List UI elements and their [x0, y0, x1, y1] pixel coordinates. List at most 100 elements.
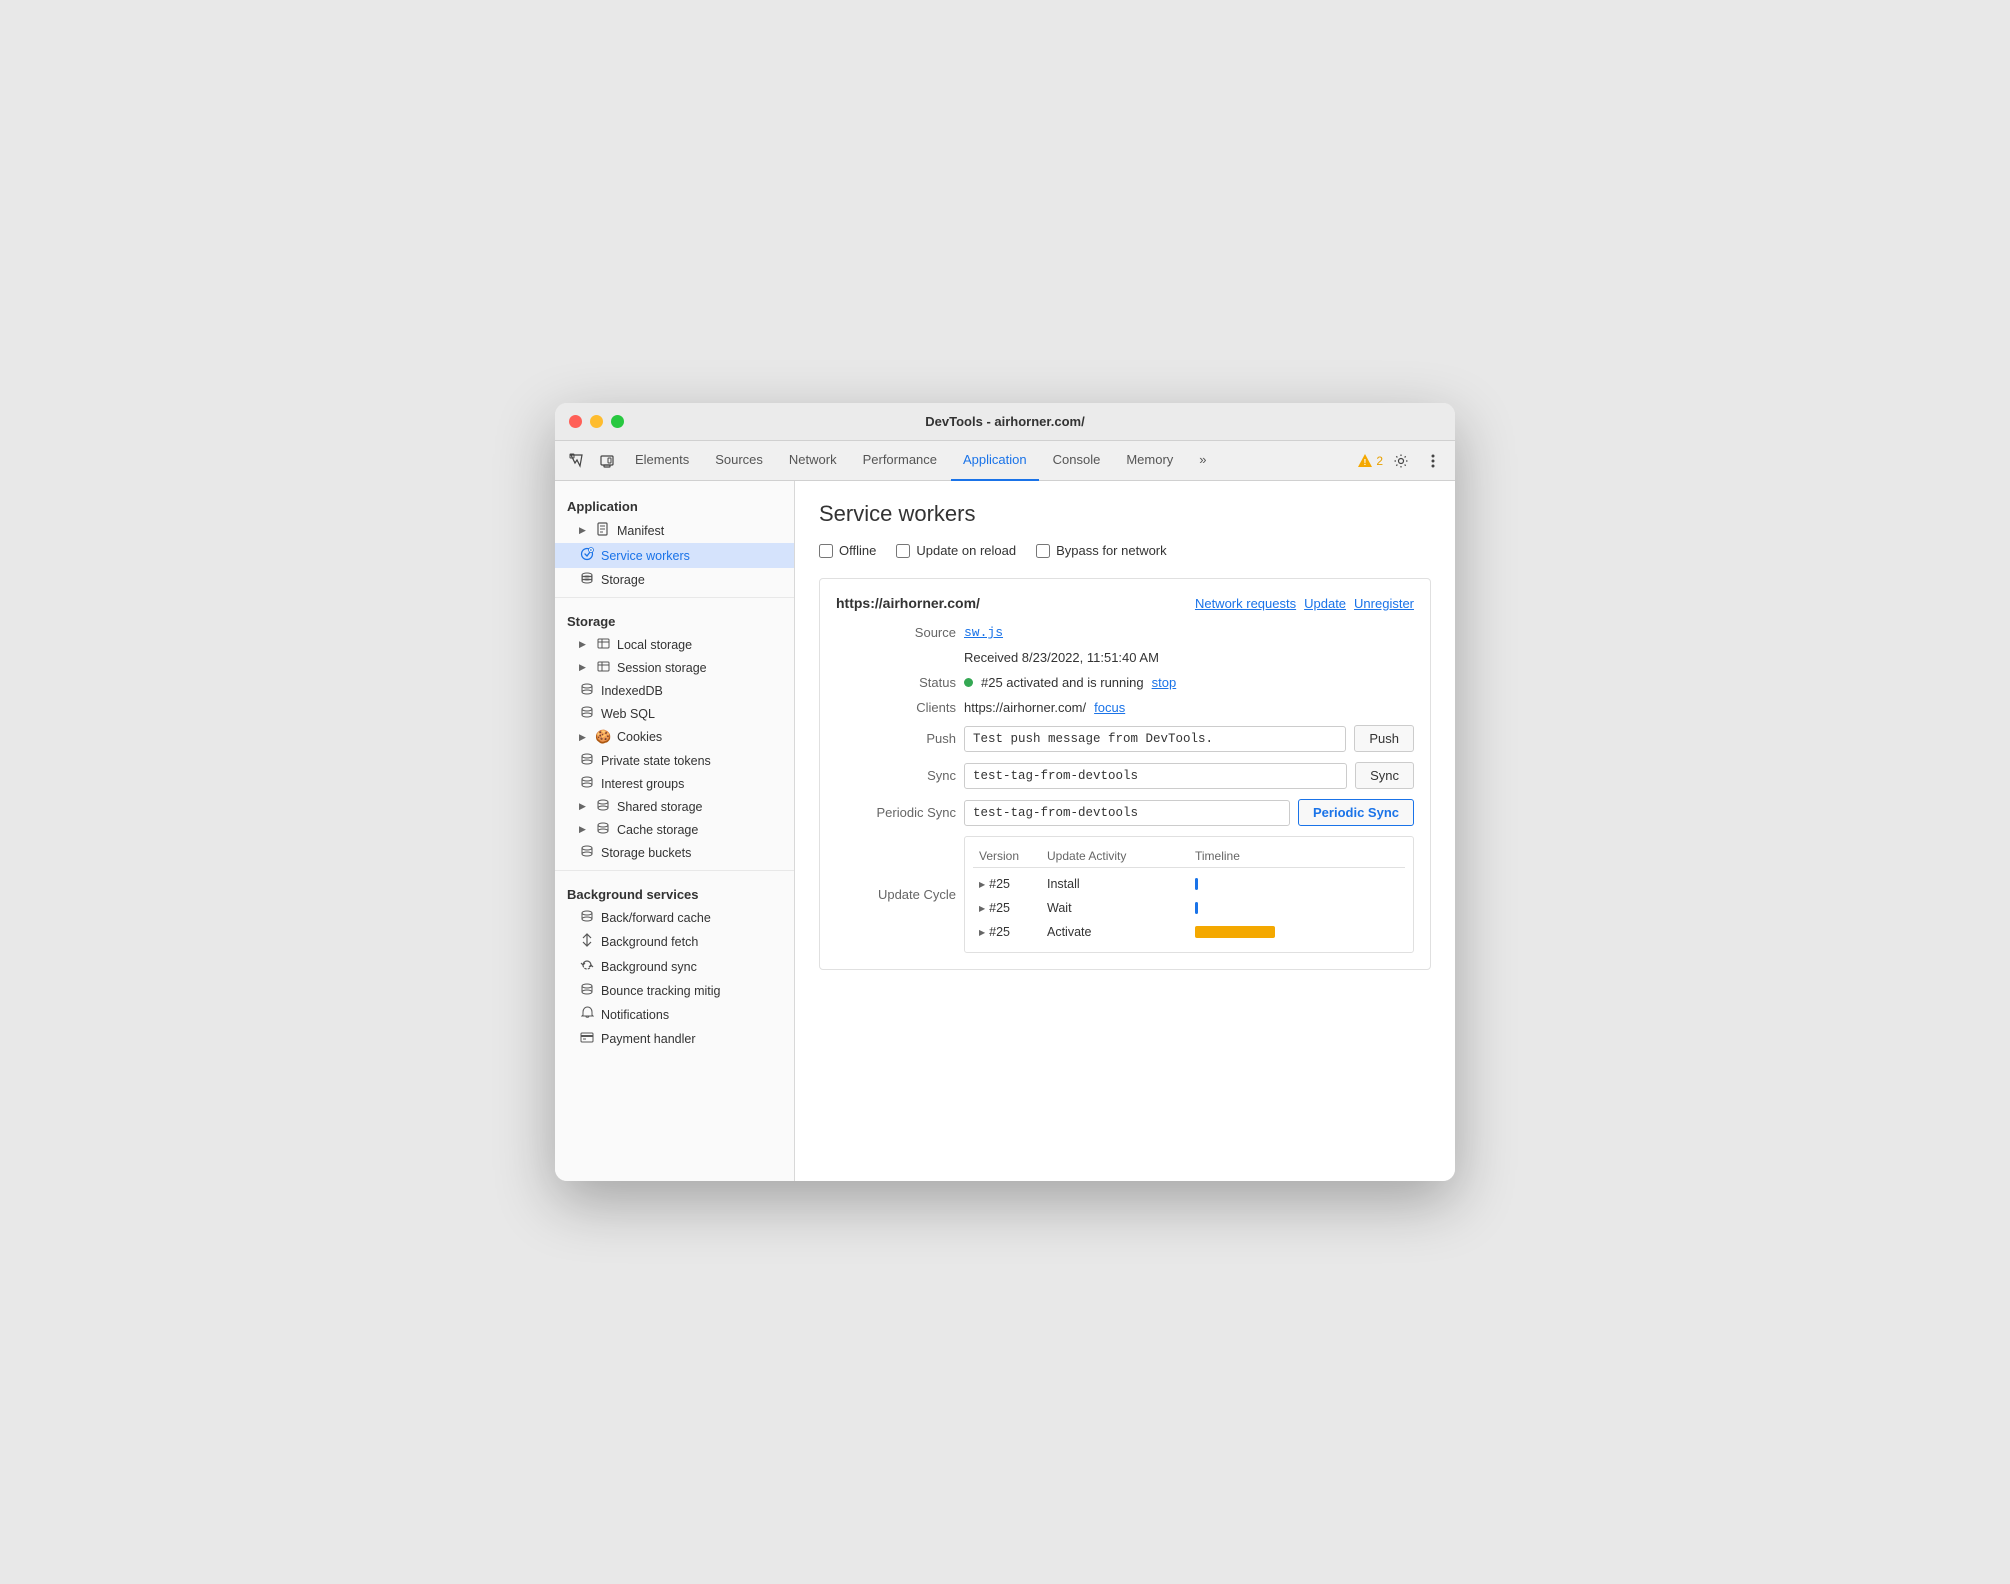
expand-arrow-cookies: ▶	[579, 732, 589, 743]
sw-url: https://airhorner.com/	[836, 595, 980, 611]
cycle-col-activity: Update Activity	[1047, 849, 1187, 863]
sidebar: Application ▶ Manifest	[555, 481, 795, 1181]
sidebar-item-shared-storage[interactable]: ▶ Shared storage	[555, 795, 794, 818]
sidebar-item-payment[interactable]: Payment handler	[555, 1027, 794, 1050]
sidebar-item-storage[interactable]: Storage	[555, 568, 794, 591]
sync-button[interactable]: Sync	[1355, 762, 1414, 789]
sidebar-item-indexeddb[interactable]: IndexedDB	[555, 679, 794, 702]
received-text: Received 8/23/2022, 11:51:40 AM	[964, 650, 1159, 665]
cycle-ver-1: #25	[989, 877, 1010, 891]
cycle-activity-3: Activate	[1047, 925, 1187, 939]
cycle-version-2: ▶ #25	[979, 901, 1039, 915]
status-value: #25 activated and is running stop	[964, 675, 1414, 690]
sidebar-label-bounce: Bounce tracking mitig	[601, 984, 721, 998]
update-on-reload-checkbox-label[interactable]: Update on reload	[896, 543, 1016, 558]
cookies-icon: 🍪	[595, 729, 611, 745]
tab-application[interactable]: Application	[951, 441, 1039, 481]
sidebar-item-bounce[interactable]: Bounce tracking mitig	[555, 979, 794, 1002]
tab-more[interactable]: »	[1187, 441, 1218, 481]
network-requests-link[interactable]: Network requests	[1195, 596, 1296, 611]
tab-console[interactable]: Console	[1041, 441, 1113, 481]
cycle-row-wait: ▶ #25 Wait	[973, 896, 1405, 920]
update-on-reload-checkbox[interactable]	[896, 544, 910, 558]
bypass-network-checkbox-label[interactable]: Bypass for network	[1036, 543, 1167, 558]
websql-icon	[579, 706, 595, 721]
panel-title: Service workers	[819, 501, 1431, 527]
session-storage-icon	[595, 660, 611, 675]
sidebar-item-interest-groups[interactable]: Interest groups	[555, 772, 794, 795]
sidebar-item-manifest[interactable]: ▶ Manifest	[555, 518, 794, 543]
tab-network[interactable]: Network	[777, 441, 849, 481]
sidebar-item-service-workers[interactable]: Service workers	[555, 543, 794, 568]
expand-arrow-local: ▶	[579, 639, 589, 650]
sync-input[interactable]	[964, 763, 1347, 789]
sidebar-item-cache-storage[interactable]: ▶ Cache storage	[555, 818, 794, 841]
push-label: Push	[836, 731, 956, 746]
minimize-button[interactable]	[590, 415, 603, 428]
sidebar-item-private-state[interactable]: Private state tokens	[555, 749, 794, 772]
sidebar-item-storage-buckets[interactable]: Storage buckets	[555, 841, 794, 864]
update-on-reload-label: Update on reload	[916, 543, 1016, 558]
stop-link[interactable]: stop	[1152, 675, 1177, 690]
sidebar-label-shared-storage: Shared storage	[617, 800, 702, 814]
sidebar-item-local-storage[interactable]: ▶ Local storage	[555, 633, 794, 656]
cycle-row-install: ▶ #25 Install	[973, 872, 1405, 896]
cycle-timeline-1	[1195, 878, 1399, 890]
notifications-icon	[579, 1006, 595, 1023]
select-element-icon[interactable]	[563, 447, 591, 475]
cycle-version-3: ▶ #25	[979, 925, 1039, 939]
sidebar-label-cookies: Cookies	[617, 730, 662, 744]
expand-arrow-session: ▶	[579, 662, 589, 673]
tab-performance[interactable]: Performance	[851, 441, 949, 481]
timeline-bar-install	[1195, 878, 1198, 890]
cycle-ver-3: #25	[989, 925, 1010, 939]
unregister-link[interactable]: Unregister	[1354, 596, 1414, 611]
sidebar-item-back-forward[interactable]: Back/forward cache	[555, 906, 794, 929]
more-options-icon[interactable]	[1419, 447, 1447, 475]
push-row: Push	[964, 725, 1414, 752]
sidebar-label-private-state: Private state tokens	[601, 754, 711, 768]
cycle-arrow-1[interactable]: ▶	[979, 880, 985, 889]
cycle-activity-1: Install	[1047, 877, 1187, 891]
tab-memory[interactable]: Memory	[1114, 441, 1185, 481]
sidebar-item-session-storage[interactable]: ▶ Session storage	[555, 656, 794, 679]
push-input[interactable]	[964, 726, 1346, 752]
update-link[interactable]: Update	[1304, 596, 1346, 611]
offline-checkbox-label[interactable]: Offline	[819, 543, 876, 558]
push-button[interactable]: Push	[1354, 725, 1414, 752]
tab-elements[interactable]: Elements	[623, 441, 701, 481]
sw-url-row: https://airhorner.com/ Network requests …	[836, 595, 1414, 611]
sidebar-label-bg-fetch: Background fetch	[601, 935, 698, 949]
offline-checkbox[interactable]	[819, 544, 833, 558]
sidebar-item-notifications[interactable]: Notifications	[555, 1002, 794, 1027]
bypass-network-checkbox[interactable]	[1036, 544, 1050, 558]
source-label: Source	[836, 625, 956, 640]
service-workers-icon	[579, 547, 595, 564]
device-toggle-icon[interactable]	[593, 447, 621, 475]
settings-icon[interactable]	[1387, 447, 1415, 475]
close-button[interactable]	[569, 415, 582, 428]
periodic-sync-button[interactable]: Periodic Sync	[1298, 799, 1414, 826]
sidebar-item-bg-sync[interactable]: Background sync	[555, 954, 794, 979]
sidebar-item-bg-fetch[interactable]: Background fetch	[555, 929, 794, 954]
maximize-button[interactable]	[611, 415, 624, 428]
cycle-arrow-2[interactable]: ▶	[979, 904, 985, 913]
sync-label: Sync	[836, 768, 956, 783]
periodic-sync-input[interactable]	[964, 800, 1290, 826]
warning-badge[interactable]: ! 2	[1357, 453, 1383, 469]
sidebar-item-websql[interactable]: Web SQL	[555, 702, 794, 725]
tab-sources[interactable]: Sources	[703, 441, 775, 481]
clients-label: Clients	[836, 700, 956, 715]
bg-sync-icon	[579, 958, 595, 975]
status-text: #25 activated and is running	[981, 675, 1144, 690]
indexeddb-icon	[579, 683, 595, 698]
sidebar-label-payment: Payment handler	[601, 1032, 696, 1046]
source-link[interactable]: sw.js	[964, 625, 1003, 640]
cycle-arrow-3[interactable]: ▶	[979, 928, 985, 937]
cycle-activity-2: Wait	[1047, 901, 1187, 915]
sidebar-label-interest-groups: Interest groups	[601, 777, 684, 791]
source-value: sw.js	[964, 625, 1414, 640]
focus-link[interactable]: focus	[1094, 700, 1125, 715]
sidebar-item-cookies[interactable]: ▶ 🍪 Cookies	[555, 725, 794, 749]
storage-buckets-icon	[579, 845, 595, 860]
